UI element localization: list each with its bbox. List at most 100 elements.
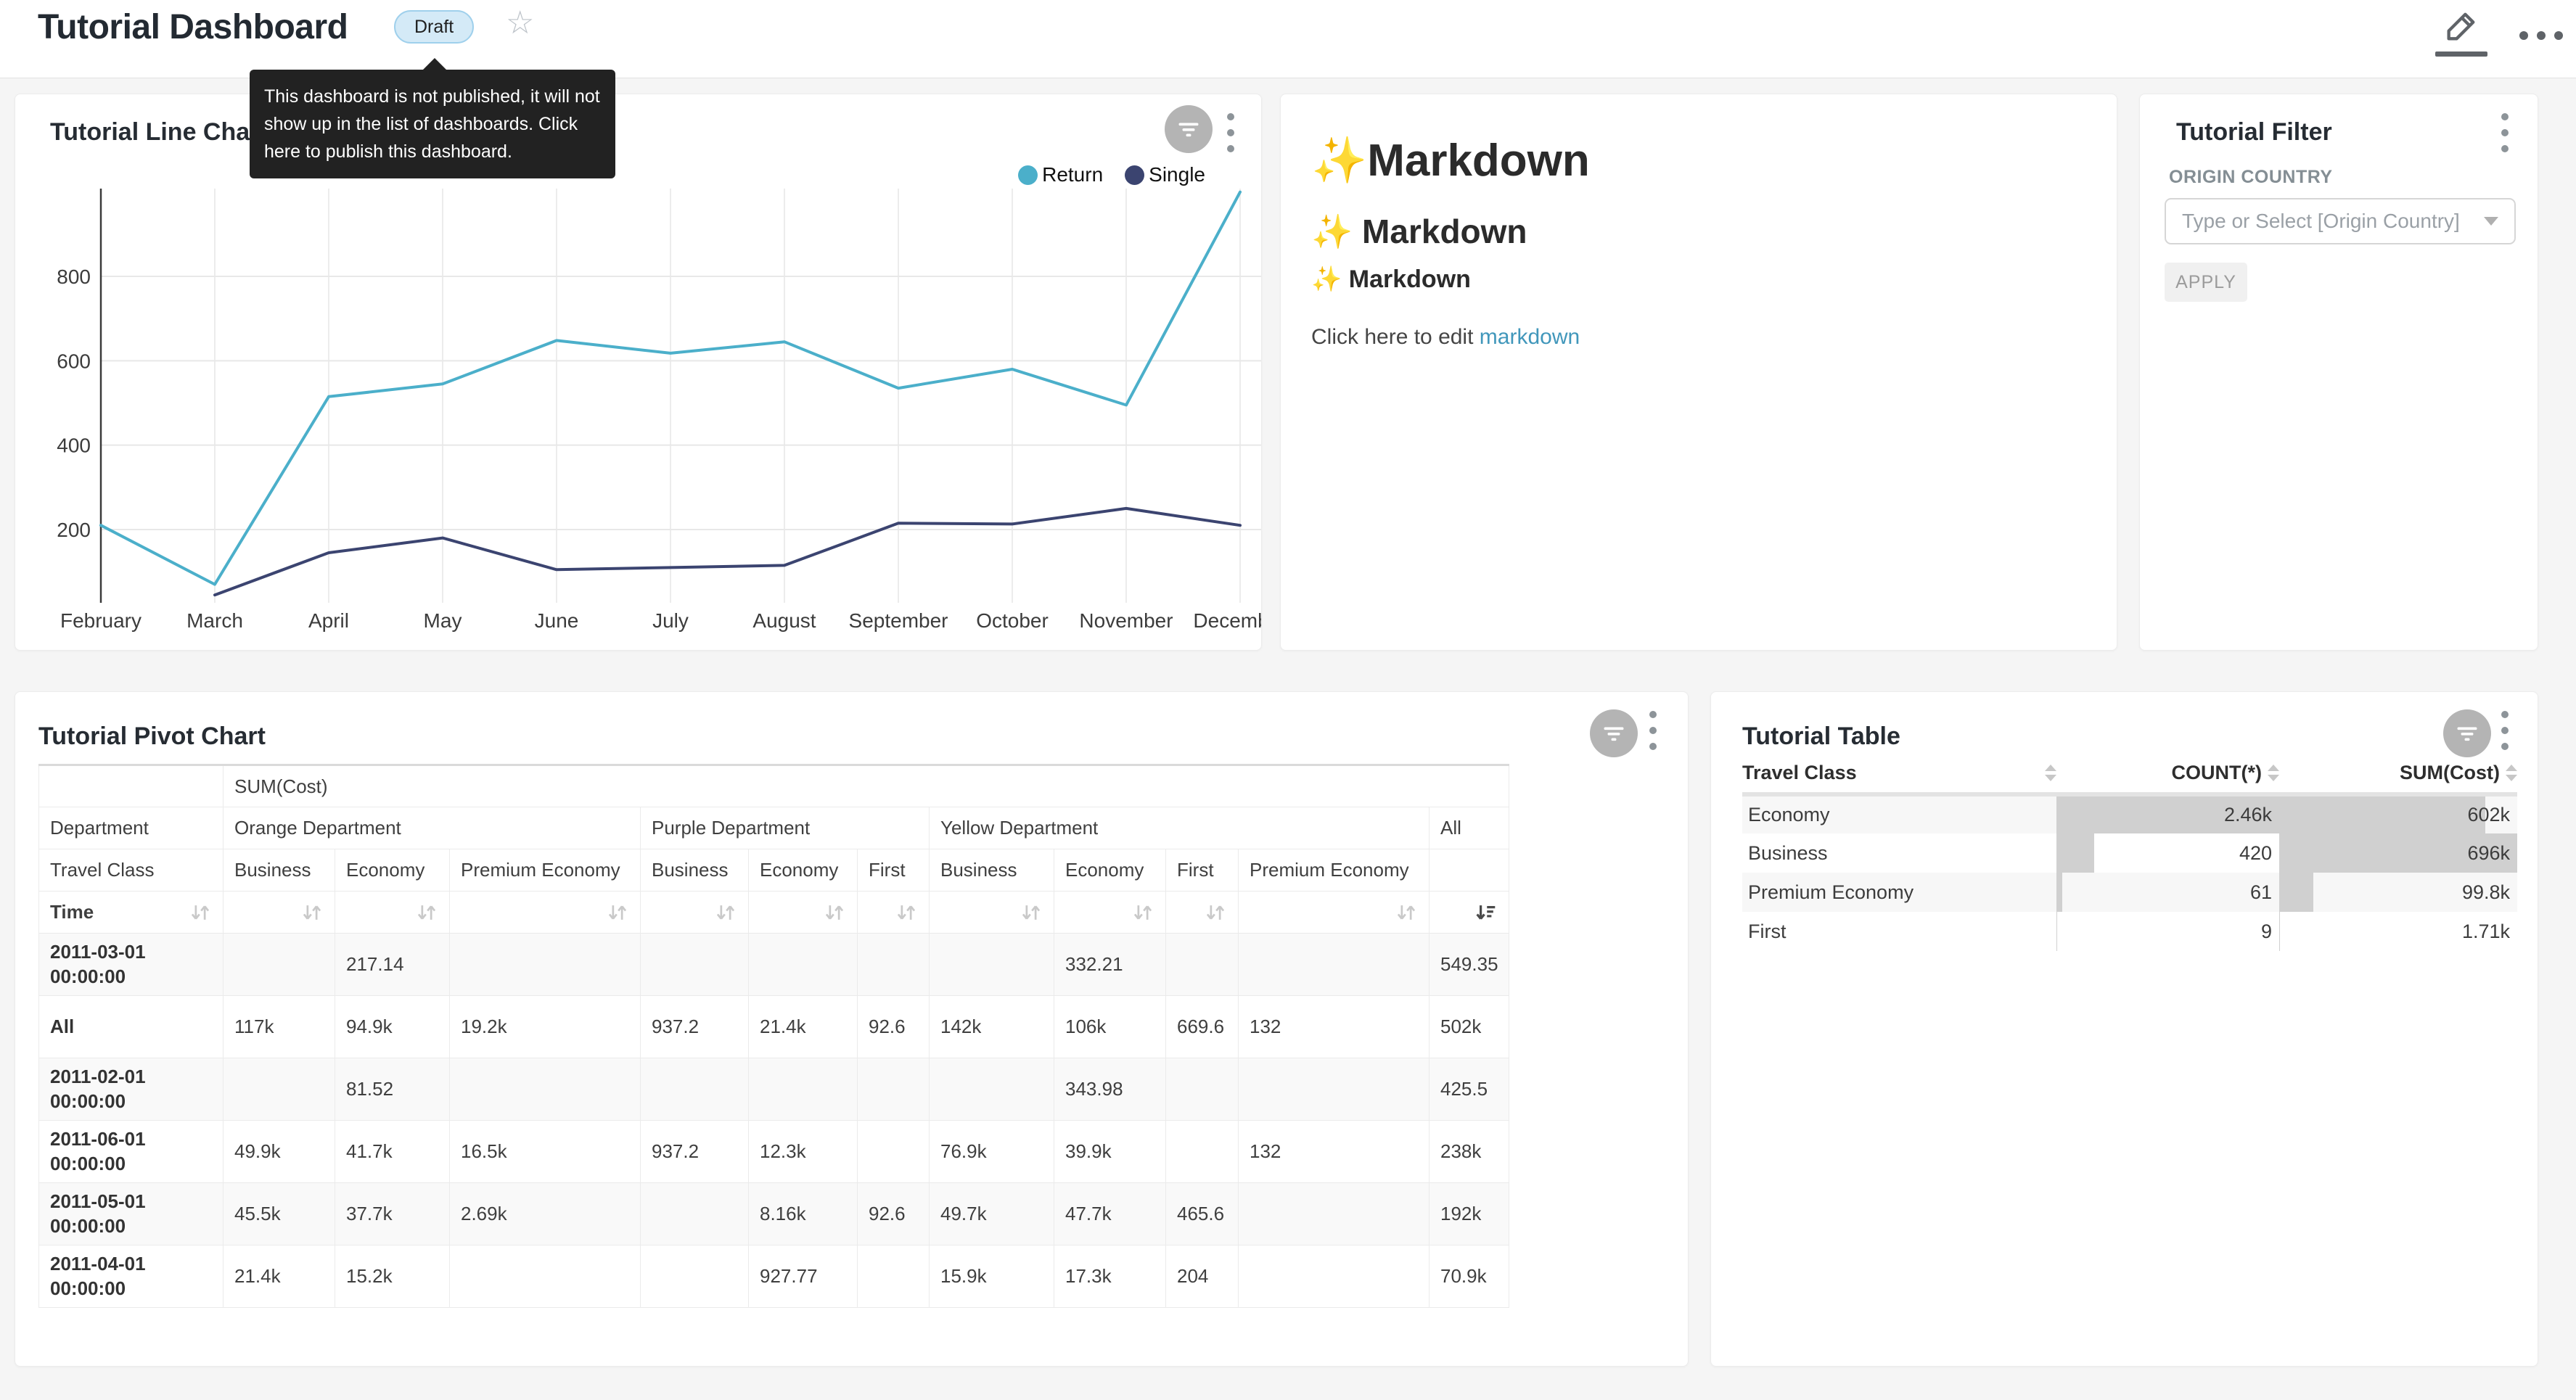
pivot-col-header[interactable]: Business [223,849,335,892]
pivot-sort-cell[interactable] [930,892,1054,934]
sort-icon[interactable] [189,902,212,923]
pivot-value-cell[interactable] [1166,1121,1239,1183]
pivot-value-cell[interactable]: 94.9k [335,996,450,1058]
sort-icon[interactable] [1131,902,1154,923]
pivot-sort-cell[interactable] [1166,892,1239,934]
pivot-value-cell[interactable] [450,934,641,996]
pivot-value-cell[interactable]: 502k [1429,996,1509,1058]
pivot-value-cell[interactable]: 19.2k [450,996,641,1058]
pivot-value-cell[interactable]: 238k [1429,1121,1509,1183]
pivot-sort-cell[interactable] [223,892,335,934]
pivot-value-cell[interactable]: 117k [223,996,335,1058]
pivot-value-cell[interactable]: 465.6 [1166,1183,1239,1245]
pivot-sort-cell[interactable] [335,892,450,934]
pivot-value-cell[interactable]: 192k [1429,1183,1509,1245]
col-header-sum-cost[interactable]: SUM(Cost) [2279,754,2517,794]
pivot-col-header[interactable]: Premium Economy [450,849,641,892]
pivot-col-header[interactable]: First [858,849,930,892]
pivot-value-cell[interactable] [450,1058,641,1121]
pivot-value-cell[interactable] [1166,934,1239,996]
sort-icon[interactable] [1395,902,1418,923]
pivot-value-cell[interactable]: 15.2k [335,1245,450,1308]
pivot-value-cell[interactable] [858,934,930,996]
pivot-sort-cell[interactable] [749,892,858,934]
pivot-value-cell[interactable]: 15.9k [930,1245,1054,1308]
pivot-sort-cell[interactable] [450,892,641,934]
pivot-value-cell[interactable]: 92.6 [858,996,930,1058]
pivot-value-cell[interactable]: 49.9k [223,1121,335,1183]
pivot-col-header[interactable]: Premium Economy [1239,849,1429,892]
pivot-value-cell[interactable] [450,1245,641,1308]
pivot-value-cell[interactable]: 21.4k [223,1245,335,1308]
pivot-sort-cell[interactable] [1239,892,1429,934]
pivot-value-cell[interactable]: 106k [1054,996,1166,1058]
pivot-value-cell[interactable]: 39.9k [1054,1121,1166,1183]
sort-icon[interactable] [1020,902,1043,923]
pivot-value-cell[interactable]: 332.21 [1054,934,1166,996]
pivot-menu-icon[interactable] [1649,711,1657,750]
table-row[interactable]: Economy2.46k602k [1742,794,2517,833]
pivot-value-cell[interactable]: 21.4k [749,996,858,1058]
star-icon[interactable]: ☆ [506,4,534,41]
sort-carets-icon[interactable] [2506,765,2517,781]
pivot-value-cell[interactable]: 49.7k [930,1183,1054,1245]
pivot-value-cell[interactable]: 17.3k [1054,1245,1166,1308]
pivot-value-cell[interactable] [858,1121,930,1183]
pivot-col-header[interactable]: First [1166,849,1239,892]
pivot-value-cell[interactable]: 37.7k [335,1183,450,1245]
pivot-value-cell[interactable]: 425.5 [1429,1058,1509,1121]
pivot-value-cell[interactable]: 2.69k [450,1183,641,1245]
sort-icon[interactable] [1204,902,1227,923]
pivot-sort-cell[interactable] [1054,892,1166,934]
pivot-value-cell[interactable] [641,1183,749,1245]
pivot-value-cell[interactable] [749,934,858,996]
table-menu-icon[interactable] [2501,711,2509,750]
origin-country-select[interactable]: Type or Select [Origin Country] [2165,198,2516,244]
pivot-value-cell[interactable] [930,934,1054,996]
sort-carets-icon[interactable] [2268,765,2279,781]
publish-tooltip[interactable]: This dashboard is not published, it will… [250,70,615,178]
pivot-value-cell[interactable]: 81.52 [335,1058,450,1121]
pivot-value-cell[interactable]: 76.9k [930,1121,1054,1183]
sort-icon[interactable] [415,902,438,923]
pivot-value-cell[interactable] [1166,1058,1239,1121]
pivot-value-cell[interactable]: 204 [1166,1245,1239,1308]
sort-icon[interactable] [714,902,737,923]
pivot-value-cell[interactable] [930,1058,1054,1121]
filter-menu-icon[interactable] [2501,113,2509,152]
pivot-value-cell[interactable] [858,1245,930,1308]
pivot-value-cell[interactable]: 937.2 [641,996,749,1058]
more-options-icon[interactable] [2519,24,2563,40]
pivot-value-cell[interactable] [641,1245,749,1308]
line-chart[interactable]: 200400600800FebruaryMarchAprilMayJuneJul… [15,94,1262,651]
pivot-value-cell[interactable] [223,934,335,996]
sort-icon[interactable] [823,902,846,923]
apply-button[interactable]: APPLY [2165,263,2247,302]
pivot-value-cell[interactable]: 937.2 [641,1121,749,1183]
pivot-value-cell[interactable]: 217.14 [335,934,450,996]
markdown-link[interactable]: markdown [1480,325,1580,349]
pivot-value-cell[interactable]: 12.3k [749,1121,858,1183]
pivot-value-cell[interactable]: 132 [1239,996,1429,1058]
markdown-card[interactable]: ✨Markdown ✨ Markdown ✨ Markdown Click he… [1280,94,2117,651]
pivot-value-cell[interactable] [749,1058,858,1121]
sort-carets-icon[interactable] [2045,765,2056,781]
pivot-value-cell[interactable]: 45.5k [223,1183,335,1245]
pivot-col-header[interactable]: Economy [1054,849,1166,892]
table-row[interactable]: Premium Economy6199.8k [1742,873,2517,912]
pivot-col-header[interactable]: Economy [335,849,450,892]
pivot-value-cell[interactable]: 41.7k [335,1121,450,1183]
pivot-col-header[interactable]: Business [930,849,1054,892]
col-header-count[interactable]: COUNT(*) [2056,754,2279,794]
sort-icon[interactable] [300,902,324,923]
table-row[interactable]: First91.71k [1742,912,2517,951]
series-line-single[interactable] [215,508,1240,595]
pivot-value-cell[interactable] [1239,1183,1429,1245]
pivot-col-header[interactable] [1429,849,1509,892]
table-row[interactable]: Business420696k [1742,833,2517,873]
pivot-cross-filter-icon[interactable] [1590,709,1638,757]
pivot-value-cell[interactable]: 927.77 [749,1245,858,1308]
pivot-value-cell[interactable] [641,1058,749,1121]
pivot-value-cell[interactable] [641,934,749,996]
status-badge[interactable]: Draft [394,10,474,44]
